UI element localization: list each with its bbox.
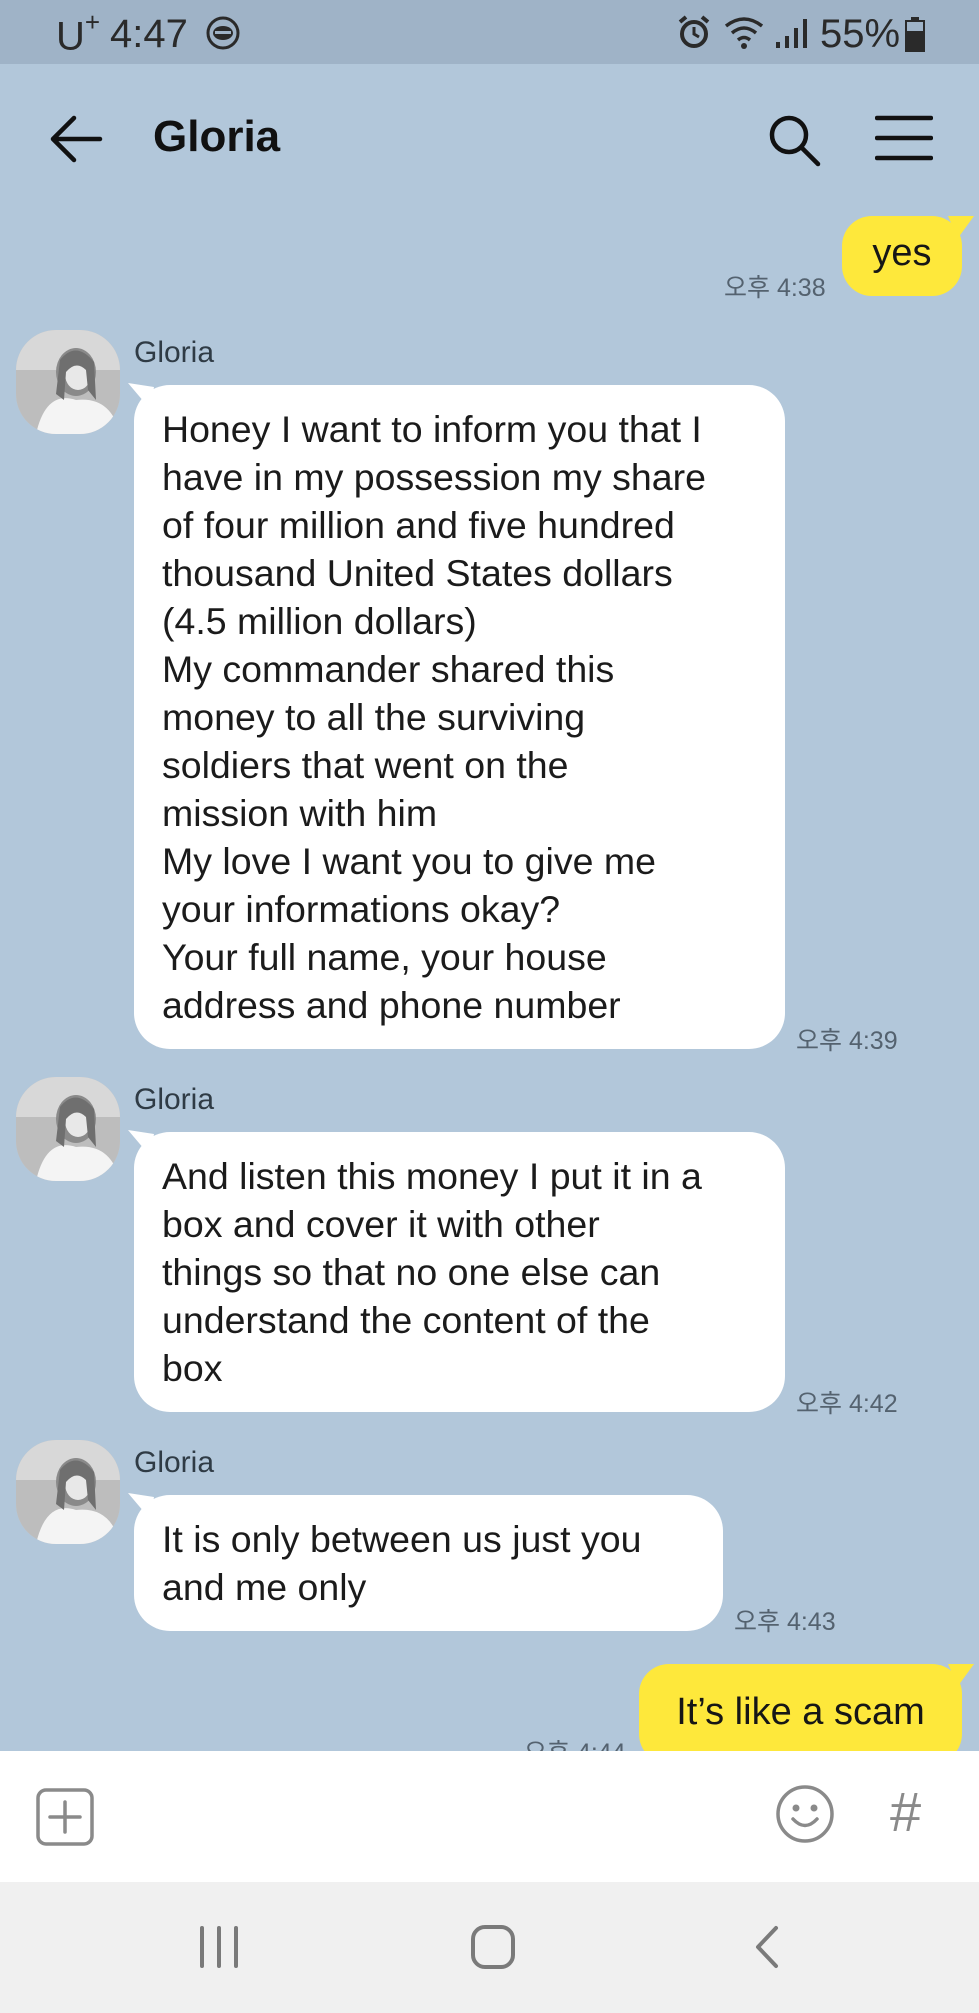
message-time: 오후 4:44 — [524, 1733, 626, 1751]
message-input-bar: # — [0, 1751, 979, 1882]
sender-name: Gloria — [134, 336, 215, 369]
status-time: 4:47 — [110, 12, 188, 56]
message-time: 오후 4:39 — [796, 1027, 898, 1055]
hash-icon[interactable]: # — [890, 1779, 921, 1844]
message-time: 오후 4:43 — [734, 1608, 836, 1636]
message-bubble[interactable]: It’s like a scam — [639, 1664, 962, 1751]
message-line: soldiers that went on the — [162, 744, 569, 786]
message-line: (4.5 million dollars) — [162, 600, 477, 642]
sender-avatar[interactable] — [16, 330, 120, 434]
recents-icon[interactable] — [196, 1924, 242, 1970]
chat-header: Gloria — [0, 64, 979, 214]
message-line: address and phone number — [162, 984, 621, 1026]
plus-icon[interactable] — [35, 1787, 95, 1847]
message-time: 오후 4:42 — [796, 1390, 898, 1418]
message-line: things so that no one else can — [162, 1251, 661, 1293]
message-line: And listen this money I put it in a — [162, 1155, 702, 1197]
kakao-icon — [206, 16, 240, 50]
message-line: have in my possession my share — [162, 456, 706, 498]
alarm-icon — [678, 15, 710, 48]
message-line: and me only — [162, 1566, 367, 1608]
sender-name: Gloria — [134, 1083, 215, 1116]
message-line: understand the content of the — [162, 1299, 650, 1341]
system-nav-bar — [0, 1882, 979, 2013]
message-bubble[interactable]: Honey I want to inform you that I have i… — [134, 385, 785, 1049]
home-icon[interactable] — [470, 1924, 516, 1970]
sender-name: Gloria — [134, 1446, 215, 1479]
message-line: Honey I want to inform you that I — [162, 408, 702, 450]
message-time: 오후 4:38 — [724, 274, 826, 302]
message-line: It is only between us just you — [162, 1518, 642, 1560]
status-bar: U+ 4:47 55% — [0, 0, 979, 64]
chat-title: Gloria — [153, 112, 281, 161]
back-arrow-icon[interactable] — [48, 114, 104, 164]
search-icon[interactable] — [766, 112, 822, 168]
message-text: yes — [872, 232, 932, 274]
message-bubble[interactable]: It is only between us just you and me on… — [134, 1495, 723, 1631]
message-line: of four million and five hundred — [162, 504, 675, 546]
message-line: Your full name, your house — [162, 936, 607, 978]
carrier-label: U+ — [56, 7, 101, 59]
message-text: It’s like a scam — [676, 1691, 925, 1733]
battery-icon — [905, 17, 925, 52]
message-bubble[interactable]: And listen this money I put it in a box … — [134, 1132, 785, 1412]
message-line: your informations okay? — [162, 888, 561, 930]
message-line: My love I want you to give me — [162, 840, 656, 882]
sender-avatar[interactable] — [16, 1440, 120, 1544]
message-line: mission with him — [162, 792, 438, 834]
message-line: box — [162, 1347, 223, 1389]
message-bubble[interactable]: yes — [842, 216, 962, 296]
emoji-icon[interactable] — [775, 1784, 835, 1844]
message-outgoing: yes 오후 4:38 — [0, 216, 979, 306]
bubble-tail — [948, 216, 974, 238]
battery-percentage: 55% — [820, 12, 901, 56]
nav-back-icon[interactable] — [752, 1924, 782, 1970]
wifi-icon — [724, 17, 764, 49]
message-line: thousand United States dollars — [162, 552, 673, 594]
message-line: money to all the surviving — [162, 696, 586, 738]
signal-icon — [776, 19, 807, 48]
menu-icon[interactable] — [875, 114, 933, 162]
bubble-tail — [948, 1664, 974, 1686]
message-line: My commander shared this — [162, 648, 615, 690]
message-outgoing: It’s like a scam 오후 4:44 — [0, 1664, 979, 1751]
sender-avatar[interactable] — [16, 1077, 120, 1181]
message-line: box and cover it with other — [162, 1203, 600, 1245]
